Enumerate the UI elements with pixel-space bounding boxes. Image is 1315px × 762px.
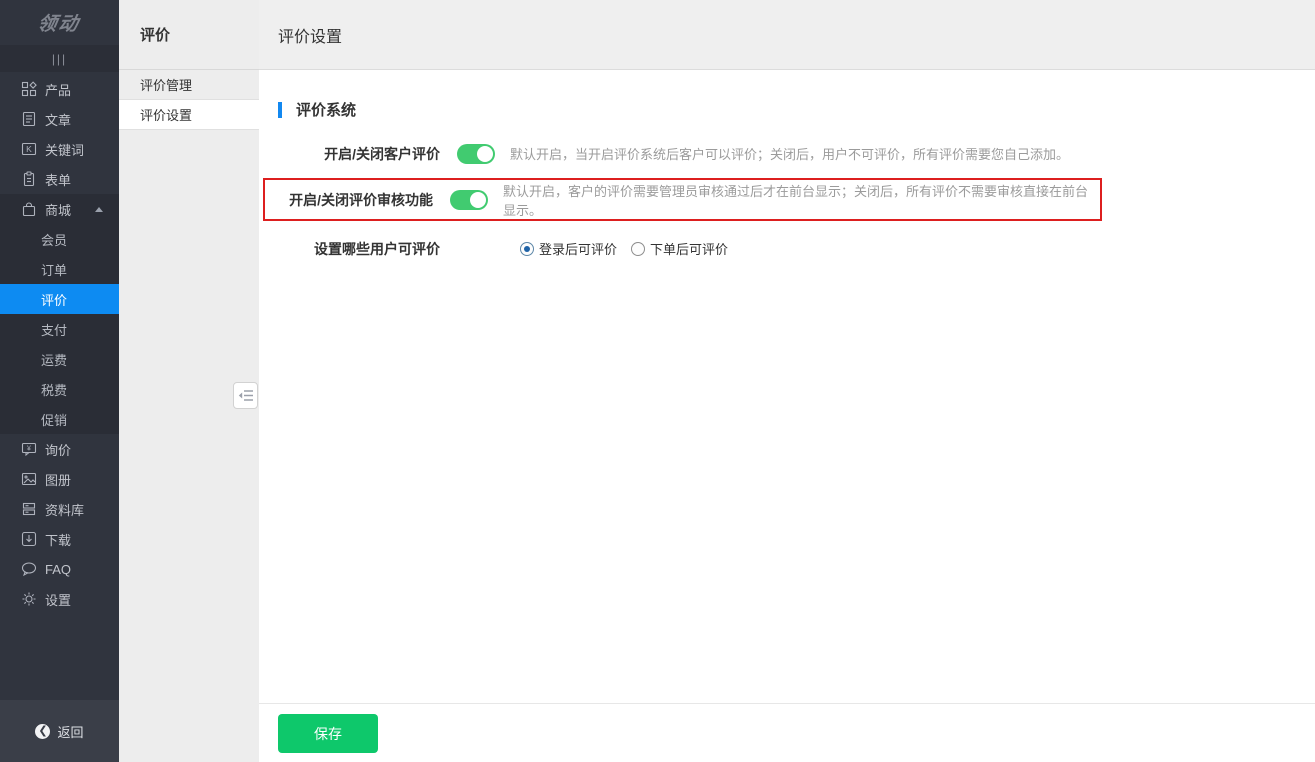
speech-bubble-icon (21, 561, 37, 577)
stacked-drawers-icon (21, 501, 37, 517)
sidebar-item-mall[interactable]: 商城 (0, 194, 119, 224)
sidebar-item-downloads[interactable]: 下载 (0, 524, 119, 554)
customer-review-toggle[interactable] (457, 144, 495, 164)
grid-icon (21, 81, 37, 97)
sidebar-subitem-payment[interactable]: 支付 (0, 314, 119, 344)
inquiry-bubble-icon: ¥ (21, 441, 37, 457)
setting-description: 默认开启，当开启评价系统后客户可以评价；关闭后，用户不可评价，所有评价需要您自己… (510, 144, 1069, 163)
toggle-knob (470, 192, 486, 208)
section-accent-bar (278, 102, 282, 118)
sidebar-item-label: 下载 (45, 530, 71, 549)
keyword-icon: K (21, 141, 37, 157)
sidebar-subitem-shipping[interactable]: 运费 (0, 344, 119, 374)
sidebar-item-products[interactable]: 产品 (0, 74, 119, 104)
app-window: 领动 ||| 产品 (0, 0, 1315, 762)
sidebar-item-forms[interactable]: 表单 (0, 164, 119, 194)
sidebar-item-inquiry[interactable]: ¥ 询价 (0, 434, 119, 464)
gear-icon (21, 591, 37, 607)
radio-unselected-icon (631, 242, 645, 256)
sidebar-subitem-members[interactable]: 会员 (0, 224, 119, 254)
back-arrow-icon: ❮ (35, 724, 50, 739)
page-title: 评价设置 (259, 0, 1315, 70)
setting-row-who-can-review: 设置哪些用户可评价 登录后可评价 下单后可评价 (259, 230, 1315, 267)
back-label: 返回 (57, 722, 83, 741)
sidebar: 领动 ||| 产品 (0, 0, 119, 762)
submenu-panel: 评价 评价管理 评价设置 (119, 0, 259, 762)
photo-icon (21, 471, 37, 487)
sidebar-subitem-reviews[interactable]: 评价 (0, 284, 119, 314)
collapse-bars-icon: ||| (52, 52, 67, 66)
sidebar-subitem-orders[interactable]: 订单 (0, 254, 119, 284)
sidebar-subitem-promotion[interactable]: 促销 (0, 404, 119, 434)
review-permission-radio-group: 登录后可评价 下单后可评价 (520, 239, 742, 258)
chevron-up-icon (95, 207, 103, 212)
sidebar-item-label: 图册 (45, 470, 71, 489)
setting-description: 默认开启，客户的评价需要管理员审核通过后才在前台显示；关闭后，所有评价不需要审核… (503, 181, 1100, 219)
sidebar-item-label: 设置 (45, 590, 71, 609)
mall-group: 商城 会员 订单 评价 支付 运费 税费 (0, 194, 119, 434)
settings-content: 评价系统 开启/关闭客户评价 默认开启，当开启评价系统后客户可以评价；关闭后，用… (259, 70, 1315, 267)
review-audit-toggle[interactable] (450, 190, 488, 210)
sidebar-item-label: 关键词 (45, 140, 84, 159)
footer-bar: 保存 (259, 703, 1315, 762)
setting-row-review-audit: 开启/关闭评价审核功能 默认开启，客户的评价需要管理员审核通过后才在前台显示；关… (265, 180, 1100, 219)
collapse-lines-icon (238, 389, 254, 402)
sidebar-item-label: 询价 (45, 440, 71, 459)
article-icon (21, 111, 37, 127)
highlight-annotation-box: 开启/关闭评价审核功能 默认开启，客户的评价需要管理员审核通过后才在前台显示；关… (263, 178, 1102, 221)
sidebar-item-label: 文章 (45, 110, 71, 129)
clipboard-icon (21, 171, 37, 187)
svg-text:K: K (26, 144, 32, 154)
setting-label: 开启/关闭评价审核功能 (278, 190, 433, 210)
download-icon (21, 531, 37, 547)
sidebar-subitem-tax[interactable]: 税费 (0, 374, 119, 404)
section-title-text: 评价系统 (296, 99, 356, 120)
shopping-bag-icon (21, 201, 37, 217)
sidebar-item-label: 商城 (45, 200, 71, 219)
back-button[interactable]: ❮ 返回 (0, 700, 119, 762)
panel-collapse-button[interactable] (233, 382, 258, 409)
sidebar-item-library[interactable]: 资料库 (0, 494, 119, 524)
sidebar-item-settings[interactable]: 设置 (0, 584, 119, 614)
svg-text:¥: ¥ (27, 446, 31, 453)
sidebar-item-label: FAQ (45, 562, 71, 577)
sidebar-collapse-button[interactable]: ||| (0, 45, 119, 72)
setting-label: 设置哪些用户可评价 (278, 239, 440, 259)
sidebar-item-faq[interactable]: FAQ (0, 554, 119, 584)
sidebar-item-keywords[interactable]: K 关键词 (0, 134, 119, 164)
submenu-item-review-settings[interactable]: 评价设置 (119, 100, 259, 130)
section-title: 评价系统 (278, 99, 1315, 120)
sidebar-nav: 产品 文章 K 关键词 (0, 74, 119, 614)
sidebar-item-articles[interactable]: 文章 (0, 104, 119, 134)
save-button[interactable]: 保存 (278, 714, 378, 753)
setting-label: 开启/关闭客户评价 (278, 144, 440, 164)
radio-selected-icon (520, 242, 534, 256)
sidebar-item-albums[interactable]: 图册 (0, 464, 119, 494)
main-area: 评价设置 评价系统 开启/关闭客户评价 默认开启，当开启评价系统后客户可以评价；… (259, 0, 1315, 762)
brand-logo: 领动 (0, 0, 119, 45)
settings-list: 开启/关闭客户评价 默认开启，当开启评价系统后客户可以评价；关闭后，用户不可评价… (259, 135, 1315, 267)
sidebar-item-label: 表单 (45, 170, 71, 189)
brand-logo-text: 领动 (36, 9, 83, 36)
sidebar-item-label: 资料库 (45, 500, 84, 519)
radio-option-after-order[interactable]: 下单后可评价 (631, 239, 728, 258)
toggle-knob (477, 146, 493, 162)
radio-option-after-login[interactable]: 登录后可评价 (520, 239, 617, 258)
submenu-title: 评价 (119, 0, 259, 70)
spacer (259, 221, 1315, 230)
setting-row-customer-review: 开启/关闭客户评价 默认开启，当开启评价系统后客户可以评价；关闭后，用户不可评价… (259, 135, 1315, 172)
submenu-item-review-management[interactable]: 评价管理 (119, 70, 259, 100)
sidebar-item-label: 产品 (45, 80, 71, 99)
